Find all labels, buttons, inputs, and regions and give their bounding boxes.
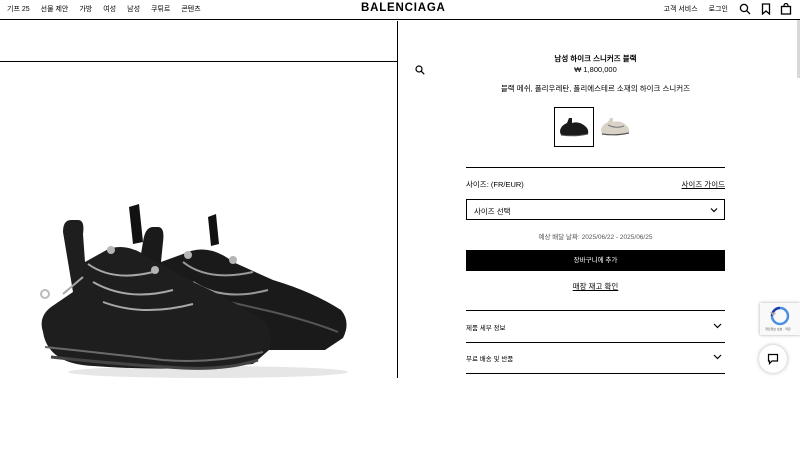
swatch-beige-image: [601, 118, 630, 136]
divider: [466, 373, 725, 374]
brand-logo[interactable]: BALENCIAGA: [361, 2, 446, 14]
size-label: 사이즈: (FR/EUR): [466, 180, 524, 189]
add-to-cart-button[interactable]: 장바구니에 추가: [466, 250, 725, 271]
size-select[interactable]: 사이즈 선택: [466, 199, 725, 220]
nav-item-men[interactable]: 남성: [127, 4, 140, 14]
bookmark-icon[interactable]: [760, 3, 772, 15]
chevron-down-icon: [713, 323, 722, 329]
accordion-shipping-returns[interactable]: 무료 배송 및 반품: [466, 347, 725, 367]
delivery-estimate: 예상 배달 날짜: 2025/06/22 - 2025/06/25: [538, 234, 653, 241]
accordion-product-details[interactable]: 제품 세부 정보: [466, 316, 725, 336]
chevron-down-icon: [710, 208, 718, 213]
store-stock-link[interactable]: 매장 재고 확인: [466, 281, 725, 292]
divider: [466, 167, 725, 168]
recaptcha-badge[interactable]: 개인정보 보호 · 약관: [760, 303, 800, 335]
customer-service-link[interactable]: 고객 서비스: [664, 4, 698, 14]
product-description: 블랙 메쉬, 폴리우레탄, 폴리에스테르 소재의 하이크 스니커즈: [500, 84, 691, 93]
zoom-icon[interactable]: [415, 65, 425, 75]
nav-item-couture[interactable]: 쿠튀르: [151, 4, 170, 14]
chat-button[interactable]: [759, 345, 787, 373]
accordion-label: 무료 배송 및 반품: [466, 356, 514, 363]
accordion-label: 제품 세부 정보: [466, 325, 506, 332]
color-swatch-beige[interactable]: [596, 107, 636, 147]
account-nav: 고객 서비스 로그인: [664, 4, 728, 14]
product-image-sneaker[interactable]: [33, 182, 353, 382]
nav-item-gift25[interactable]: 기프 25: [7, 4, 30, 14]
gallery-divider: [0, 61, 397, 62]
product-title: 남성 하이크 스니커즈 블랙: [554, 54, 637, 63]
shopping-bag-icon[interactable]: [780, 3, 792, 15]
product-price: ₩ 1,800,000: [574, 65, 617, 74]
recaptcha-text: 개인정보 보호 · 약관: [765, 327, 791, 331]
site-header: 기프 25 선물 제안 가방 여성 남성 쿠튀르 콘텐츠 BALENCIAGA …: [0, 0, 800, 20]
login-link[interactable]: 로그인: [709, 4, 728, 14]
divider: [466, 342, 725, 343]
swatch-black-image: [560, 118, 589, 137]
color-swatch-black[interactable]: [554, 107, 594, 147]
divider: [466, 310, 725, 311]
size-guide-link[interactable]: 사이즈 가이드: [682, 179, 725, 190]
chevron-down-icon: [713, 354, 722, 360]
main-nav: 기프 25 선물 제안 가방 여성 남성 쿠튀르 콘텐츠: [7, 4, 201, 14]
recaptcha-icon: [770, 306, 790, 326]
chat-icon: [767, 353, 779, 365]
search-icon[interactable]: [739, 3, 751, 15]
nav-item-gift-ideas[interactable]: 선물 제안: [41, 4, 69, 14]
nav-item-bags[interactable]: 가방: [79, 4, 92, 14]
nav-item-contents[interactable]: 콘텐츠: [181, 4, 200, 14]
size-select-value: 사이즈 선택: [474, 207, 511, 216]
nav-item-women[interactable]: 여성: [103, 4, 116, 14]
